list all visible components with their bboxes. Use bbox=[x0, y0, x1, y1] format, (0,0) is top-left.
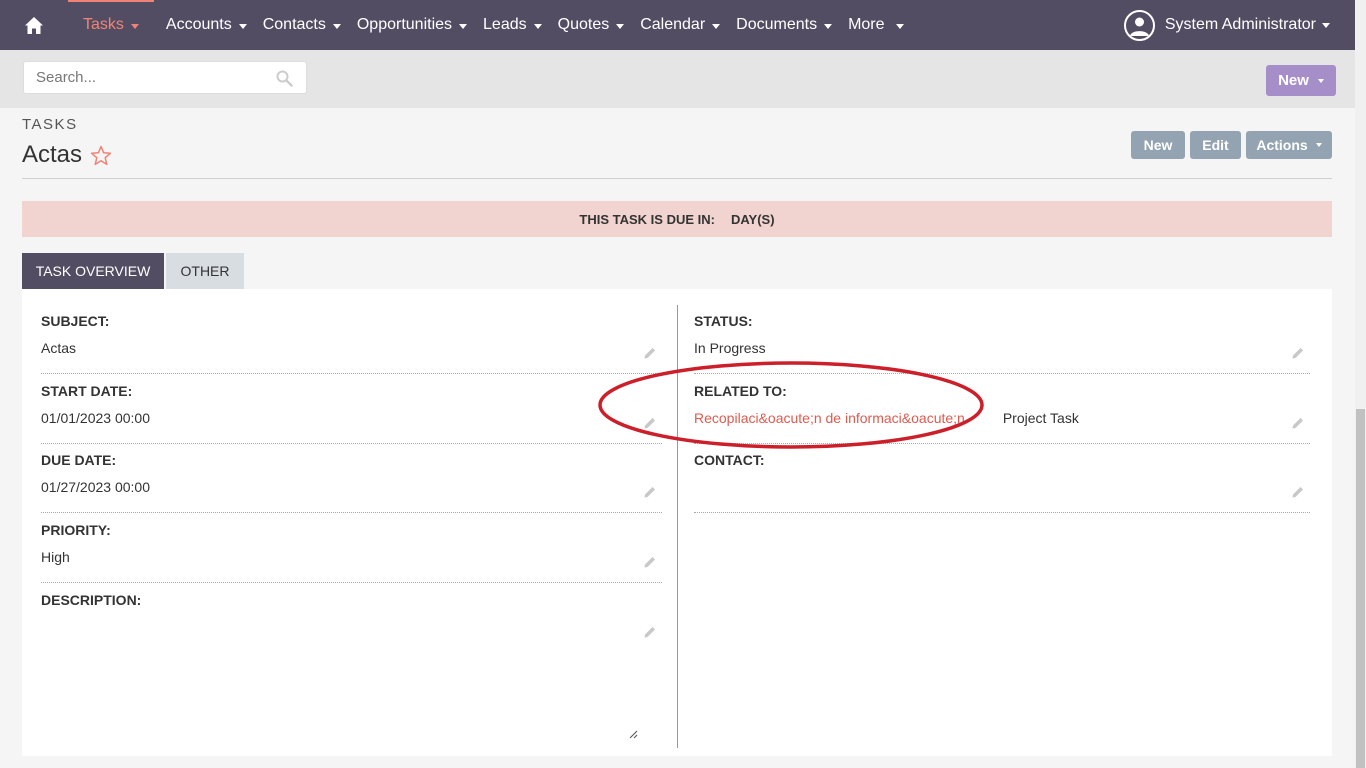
field-underline bbox=[694, 512, 1310, 513]
field-label: START DATE: bbox=[41, 383, 133, 399]
nav-leads[interactable]: Leads bbox=[475, 0, 550, 50]
new-button[interactable]: New bbox=[1131, 131, 1185, 159]
search-bar-area: New bbox=[0, 50, 1366, 108]
field-value: 01/01/2023 00:00 bbox=[41, 410, 150, 426]
field-label: DESCRIPTION: bbox=[41, 592, 142, 608]
module-title: TASKS bbox=[22, 116, 78, 133]
chevron-down-icon bbox=[238, 23, 247, 29]
annotation-ellipse bbox=[598, 361, 984, 449]
nav-quotes[interactable]: Quotes bbox=[550, 0, 633, 50]
user-menu[interactable]: System Administrator bbox=[1123, 0, 1330, 50]
field-value bbox=[694, 479, 1310, 497]
edit-button[interactable]: Edit bbox=[1190, 131, 1241, 159]
nav-label: Tasks bbox=[83, 16, 124, 33]
nav-documents[interactable]: Documents bbox=[728, 0, 840, 50]
field-value: High bbox=[41, 549, 70, 565]
home-button[interactable] bbox=[0, 0, 68, 50]
due-banner: THIS TASK IS DUE IN: DAY(S) bbox=[22, 201, 1332, 237]
pencil-icon[interactable] bbox=[1291, 486, 1304, 499]
related-record-type: Project Task bbox=[1002, 410, 1079, 426]
field-value bbox=[41, 619, 662, 637]
chevron-down-icon bbox=[332, 23, 341, 29]
nav-more[interactable]: More bbox=[840, 0, 911, 50]
page-scrollbar-thumb[interactable] bbox=[1356, 409, 1365, 768]
search-box bbox=[23, 61, 307, 94]
nav-accounts[interactable]: Accounts bbox=[158, 0, 255, 50]
chevron-down-icon bbox=[130, 23, 139, 29]
pencil-icon[interactable] bbox=[643, 626, 656, 639]
field-underline bbox=[41, 373, 662, 374]
field-value: In Progress bbox=[694, 340, 766, 356]
create-new-label: New bbox=[1278, 72, 1309, 89]
chevron-down-icon bbox=[1322, 22, 1330, 28]
field-label: SUBJECT: bbox=[41, 313, 110, 329]
field-description: DESCRIPTION: bbox=[41, 592, 662, 639]
nav-label: Documents bbox=[736, 16, 818, 33]
nav-calendar[interactable]: Calendar bbox=[632, 0, 728, 50]
pencil-icon[interactable] bbox=[643, 486, 656, 499]
nav-label: Leads bbox=[483, 16, 527, 33]
field-due-date: DUE DATE: 01/27/2023 00:00 bbox=[41, 452, 662, 513]
field-underline bbox=[41, 512, 662, 513]
nav-tasks[interactable]: Tasks bbox=[68, 0, 154, 50]
chevron-down-icon bbox=[895, 23, 904, 29]
chevron-down-icon bbox=[1315, 143, 1322, 147]
actions-button[interactable]: Actions bbox=[1246, 131, 1332, 159]
nav-label: Opportunities bbox=[356, 16, 453, 33]
field-label: PRIORITY: bbox=[41, 522, 111, 538]
field-priority: PRIORITY: High bbox=[41, 522, 662, 583]
pencil-icon[interactable] bbox=[643, 556, 656, 569]
pencil-icon[interactable] bbox=[1291, 347, 1304, 360]
due-unit: DAY(S) bbox=[730, 211, 775, 227]
tab-task-overview[interactable]: TASK OVERVIEW bbox=[22, 253, 164, 289]
nav-opportunities[interactable]: Opportunities bbox=[349, 0, 475, 50]
nav-label: Quotes bbox=[557, 16, 610, 33]
top-navigation: Tasks Accounts Contacts Opportunities Le… bbox=[0, 0, 1366, 50]
chevron-down-icon bbox=[533, 23, 542, 29]
nav-label: Accounts bbox=[165, 16, 232, 33]
pencil-icon[interactable] bbox=[643, 347, 656, 360]
field-label: DUE DATE: bbox=[41, 452, 117, 468]
field-label: CONTACT: bbox=[694, 452, 765, 468]
field-start-date: START DATE: 01/01/2023 00:00 bbox=[41, 383, 662, 444]
chevron-down-icon bbox=[616, 23, 625, 29]
user-circle-icon bbox=[1123, 9, 1155, 41]
chevron-down-icon bbox=[459, 23, 468, 29]
nav-contacts[interactable]: Contacts bbox=[255, 0, 349, 50]
chevron-down-icon bbox=[712, 23, 721, 29]
header-divider bbox=[22, 178, 1332, 179]
field-contact: CONTACT: bbox=[694, 452, 1310, 513]
field-value: Actas bbox=[41, 340, 77, 356]
actions-label: Actions bbox=[1256, 137, 1308, 153]
field-label: STATUS: bbox=[694, 313, 753, 329]
pencil-icon[interactable] bbox=[1291, 417, 1304, 430]
resize-handle-icon[interactable] bbox=[628, 729, 638, 739]
record-name: Actas bbox=[22, 141, 83, 168]
home-icon bbox=[25, 16, 43, 34]
user-name: System Administrator bbox=[1164, 16, 1316, 33]
tab-other[interactable]: OTHER bbox=[166, 253, 244, 289]
star-icon[interactable] bbox=[90, 145, 112, 166]
chevron-down-icon bbox=[824, 23, 833, 29]
chevron-down-icon bbox=[1317, 78, 1324, 83]
field-underline bbox=[41, 443, 662, 444]
record-actions: New Edit Actions bbox=[1131, 131, 1337, 159]
nav-label: Calendar bbox=[640, 16, 706, 33]
search-input[interactable] bbox=[24, 62, 264, 93]
due-label: THIS TASK IS DUE IN: bbox=[579, 211, 715, 227]
nav-label: Contacts bbox=[262, 16, 326, 33]
field-underline bbox=[41, 582, 662, 583]
field-value: 01/27/2023 00:00 bbox=[41, 479, 150, 495]
search-icon[interactable] bbox=[276, 70, 293, 87]
page-title: Actas bbox=[22, 141, 112, 169]
create-new-button[interactable]: New bbox=[1266, 65, 1336, 96]
field-status: STATUS: In Progress bbox=[694, 313, 1310, 374]
nav-label: More bbox=[848, 16, 885, 33]
field-subject: SUBJECT: Actas bbox=[41, 313, 662, 374]
